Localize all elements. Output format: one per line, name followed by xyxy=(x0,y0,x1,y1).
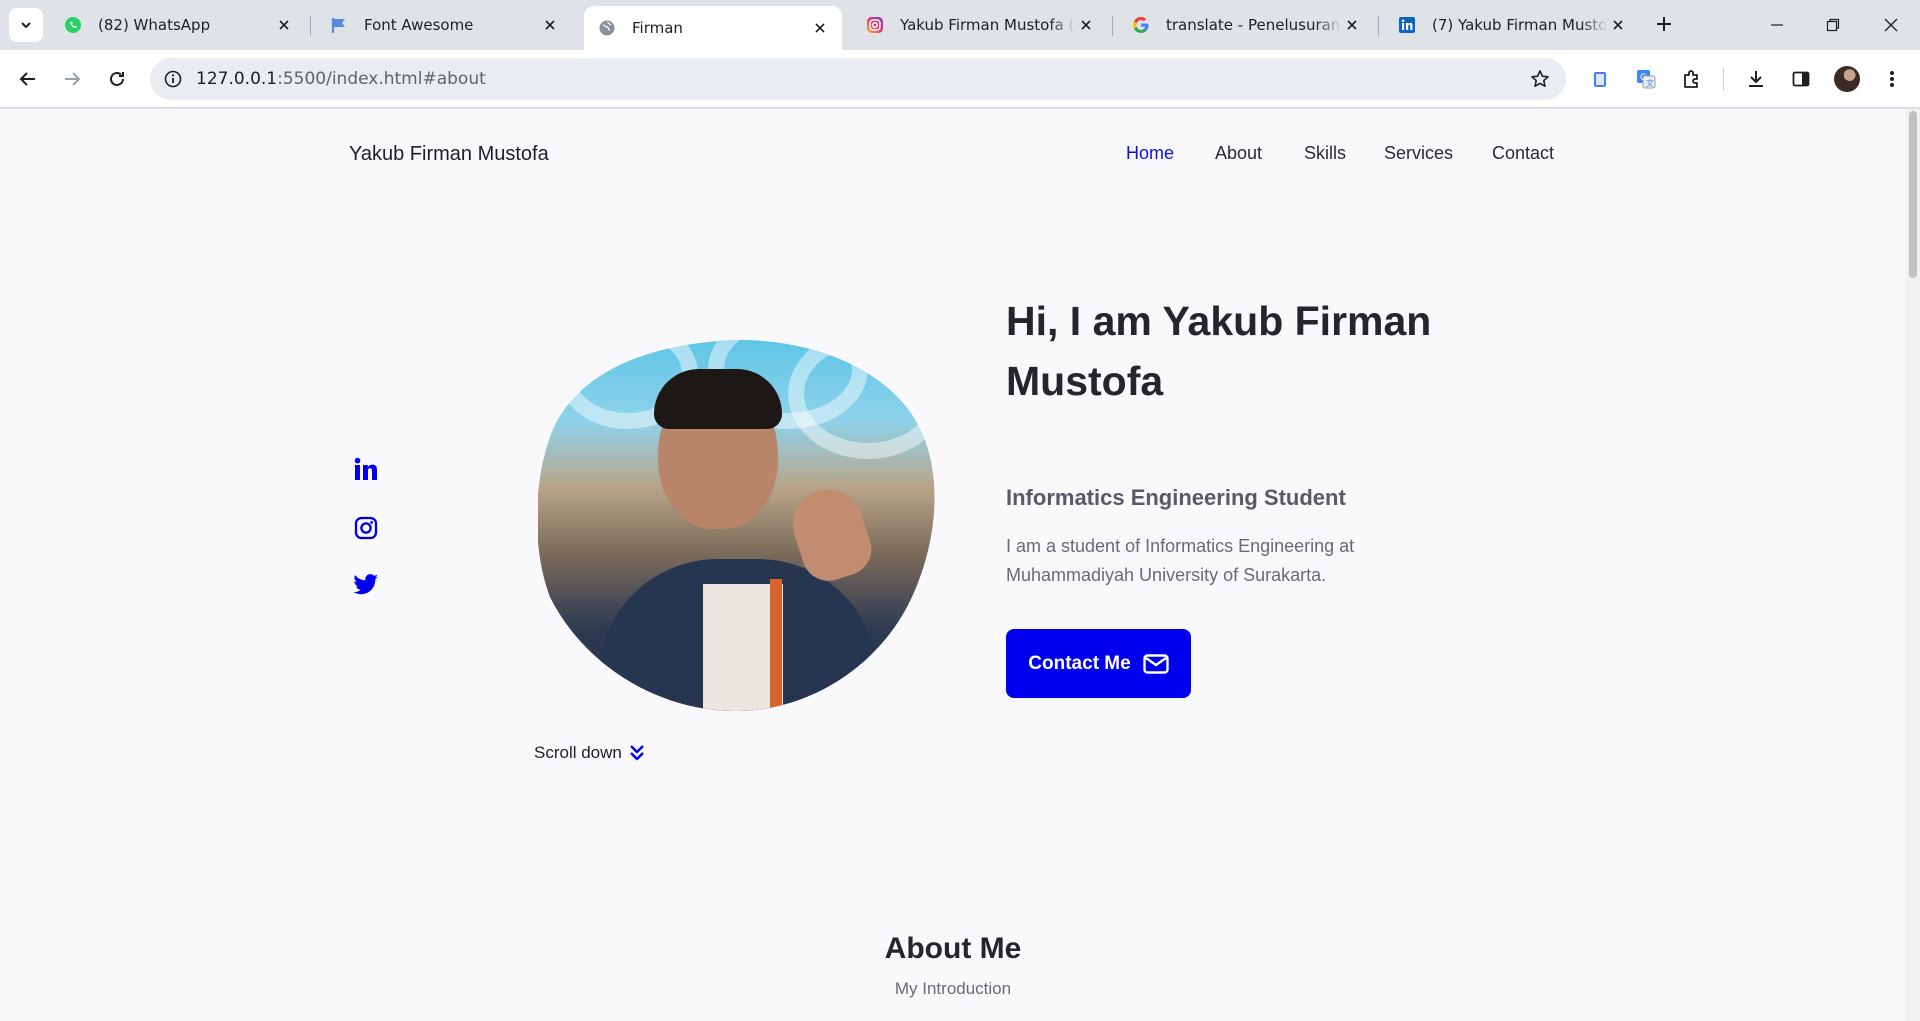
download-icon xyxy=(1749,71,1763,87)
plus-icon xyxy=(1657,17,1671,31)
tab-title: (82) WhatsApp xyxy=(98,16,211,34)
twitter-icon[interactable] xyxy=(352,571,380,599)
background-pattern xyxy=(788,339,938,459)
url-text[interactable]: 127.0.0.1:5500/index.html#about xyxy=(196,69,486,89)
google-icon xyxy=(1132,16,1150,34)
scrollbar-thumb[interactable] xyxy=(1909,111,1917,278)
hero-description: I am a student of Informatics Engineerin… xyxy=(1006,536,1355,585)
scroll-down-label: Scroll down xyxy=(534,743,622,762)
close-icon[interactable] xyxy=(1342,15,1362,35)
minimize-icon xyxy=(1771,24,1783,26)
tab-divider xyxy=(1112,16,1113,36)
close-icon[interactable] xyxy=(810,18,830,38)
tab-strip: (82) WhatsApp Font Awesome Firman Yakub … xyxy=(0,0,1920,50)
tab-linkedin[interactable]: (7) Yakub Firman Mustofa | xyxy=(1384,6,1640,44)
site-brand[interactable]: Yakub Firman Mustofa xyxy=(349,143,549,166)
reload-button[interactable] xyxy=(101,63,133,95)
whatsapp-icon xyxy=(64,16,82,34)
nav-about[interactable]: About xyxy=(1215,143,1262,164)
tab-instagram[interactable]: Yakub Firman Mustofa (@f xyxy=(852,6,1108,44)
downloads-button[interactable] xyxy=(1740,63,1772,95)
toolbar-divider xyxy=(1723,68,1724,90)
google-translate-icon: G文 xyxy=(1637,70,1656,89)
puzzle-icon xyxy=(1684,70,1698,88)
linkedin-icon xyxy=(1398,16,1416,34)
tab-search-button[interactable] xyxy=(9,8,43,42)
close-icon[interactable] xyxy=(1076,15,1096,35)
svg-text:文: 文 xyxy=(1646,78,1654,88)
side-panel-button[interactable] xyxy=(1785,63,1817,95)
address-bar[interactable]: 127.0.0.1:5500/index.html#about xyxy=(150,58,1566,100)
tab-font-awesome[interactable]: Font Awesome xyxy=(316,6,572,44)
url-host: 127.0.0.1 xyxy=(196,69,278,89)
profile-avatar[interactable] xyxy=(1834,66,1860,92)
close-icon xyxy=(1884,18,1898,32)
tab-title: Font Awesome xyxy=(364,16,474,34)
about-section-title: About Me xyxy=(884,932,1022,965)
arrow-left-icon xyxy=(19,72,35,86)
extension-translate-button[interactable]: G文 xyxy=(1630,63,1662,95)
nav-contact[interactable]: Contact xyxy=(1492,143,1554,164)
arrow-right-icon xyxy=(65,72,81,86)
more-vertical-icon xyxy=(1890,71,1894,87)
window-close-button[interactable] xyxy=(1874,8,1908,42)
restore-icon xyxy=(1826,18,1840,32)
web-page: Yakub Firman Mustofa Home About Skills S… xyxy=(0,109,1906,1021)
extensions-button[interactable] xyxy=(1676,63,1708,95)
tab-whatsapp[interactable]: (82) WhatsApp xyxy=(50,6,306,44)
double-chevron-down-icon xyxy=(628,743,646,763)
close-icon[interactable] xyxy=(540,15,560,35)
envelope-icon xyxy=(1143,653,1169,674)
hero-title: Hi, I am Yakub Firman Mustofa xyxy=(1006,298,1432,404)
tab-firman[interactable]: Firman xyxy=(584,6,842,50)
font-awesome-flag-icon xyxy=(330,16,348,34)
forward-button[interactable] xyxy=(56,63,88,95)
tab-title: translate - Penelusuran Go xyxy=(1166,16,1342,34)
chevron-down-icon xyxy=(21,22,31,29)
restore-button[interactable] xyxy=(1816,8,1850,42)
minimize-button[interactable] xyxy=(1760,8,1794,42)
tab-title: Yakub Firman Mustofa (@f xyxy=(900,16,1076,34)
scroll-down-link[interactable]: Scroll down xyxy=(534,743,646,763)
page-scrollbar[interactable] xyxy=(1906,109,1920,1021)
bookmark-star-icon[interactable] xyxy=(1528,67,1552,91)
new-tab-button[interactable] xyxy=(1652,12,1676,36)
photo-lanyard xyxy=(770,579,782,711)
browser-menu-button[interactable] xyxy=(1876,63,1908,95)
clipboard-extension-icon xyxy=(1594,72,1606,87)
hero-subtitle: Informatics Engineering Student xyxy=(1006,485,1346,510)
reload-icon xyxy=(110,71,124,86)
extension-clipboard-button[interactable] xyxy=(1584,63,1616,95)
browser-toolbar: 127.0.0.1:5500/index.html#about G文 xyxy=(0,50,1920,108)
url-path: :5500/index.html#about xyxy=(277,69,486,89)
contact-me-button[interactable]: Contact Me xyxy=(1006,629,1191,698)
site-info-icon[interactable] xyxy=(162,68,184,90)
nav-home[interactable]: Home xyxy=(1126,143,1174,164)
back-button[interactable] xyxy=(12,63,44,95)
contact-me-label: Contact Me xyxy=(1028,652,1131,674)
photo-hair xyxy=(654,369,782,429)
about-section-subtitle: My Introduction xyxy=(894,979,1012,998)
tab-title: Firman xyxy=(632,19,683,37)
profile-photo xyxy=(538,339,938,711)
globe-icon xyxy=(598,19,616,37)
close-icon[interactable] xyxy=(274,15,294,35)
tab-google[interactable]: translate - Penelusuran Go xyxy=(1118,6,1374,44)
nav-skills[interactable]: Skills xyxy=(1304,143,1346,164)
instagram-icon xyxy=(866,16,884,34)
side-panel-icon xyxy=(1792,71,1810,87)
linkedin-icon[interactable] xyxy=(352,455,380,483)
close-icon[interactable] xyxy=(1608,15,1628,35)
nav-services[interactable]: Services xyxy=(1384,143,1453,164)
tab-title: (7) Yakub Firman Mustofa | xyxy=(1432,16,1608,34)
tab-divider xyxy=(1378,16,1379,36)
tab-divider xyxy=(310,16,311,36)
instagram-icon[interactable] xyxy=(352,514,380,542)
